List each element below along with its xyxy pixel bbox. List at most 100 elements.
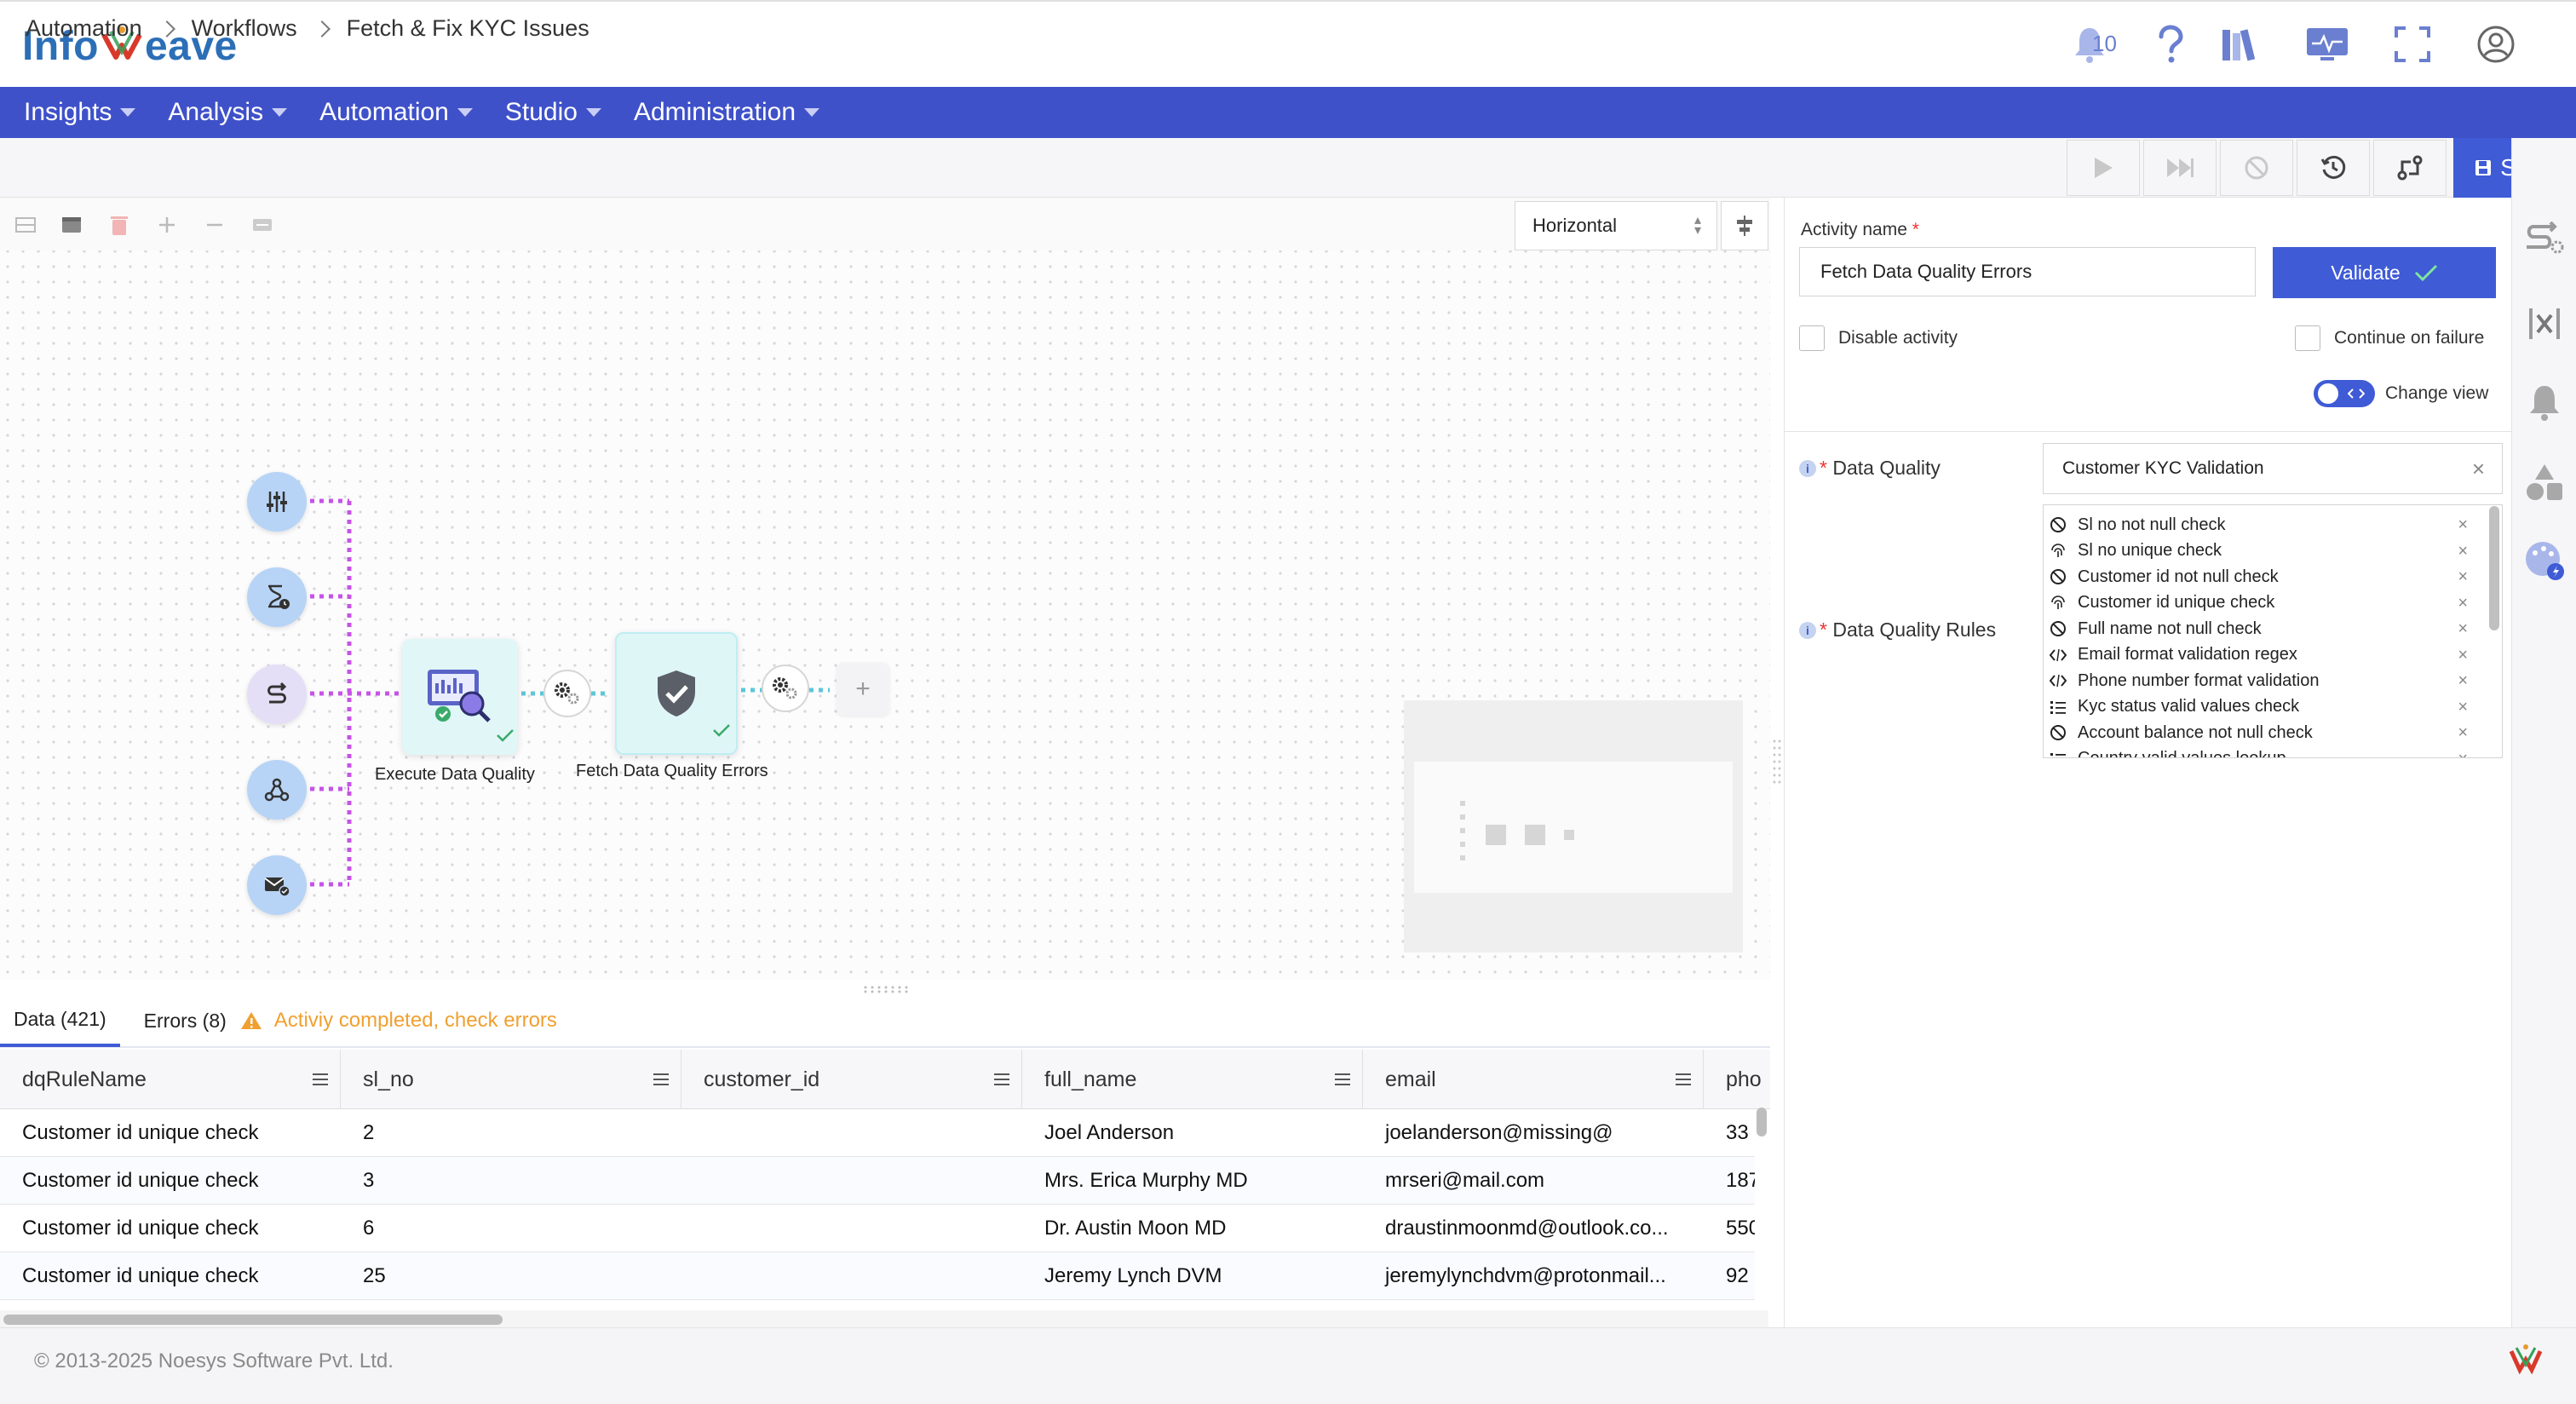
remove-rule-icon[interactable]: × xyxy=(2458,646,2468,665)
cell: 2 xyxy=(363,1121,375,1144)
panel-resize-handle[interactable] xyxy=(860,985,911,993)
table-row[interactable]: Customer id unique check 3 Mrs. Erica Mu… xyxy=(0,1157,1755,1205)
nav-automation[interactable]: Automation xyxy=(319,98,473,127)
rule-item[interactable]: Customer id unique check × xyxy=(2044,590,2487,616)
help-button[interactable] xyxy=(2148,22,2193,66)
shapes-icon xyxy=(2527,464,2562,500)
node-settings-button[interactable] xyxy=(543,670,591,717)
breadcrumb-item-workflows[interactable]: Workflows xyxy=(192,15,297,42)
workflow-settings-button[interactable] xyxy=(2522,216,2567,261)
rule-item[interactable]: Customer id not null check × xyxy=(2044,564,2487,590)
node-settings-button[interactable] xyxy=(762,665,809,712)
column-menu-icon[interactable] xyxy=(1676,1073,1691,1089)
tab-errors[interactable]: Errors (8) xyxy=(130,994,240,1047)
rule-item[interactable]: Account balance not null check × xyxy=(2044,720,2487,745)
remove-rule-icon[interactable]: × xyxy=(2458,750,2468,758)
chevron-right-icon xyxy=(158,20,175,37)
remove-rule-icon[interactable]: × xyxy=(2458,671,2468,691)
remove-rule-icon[interactable]: × xyxy=(2458,594,2468,613)
column-menu-icon[interactable] xyxy=(994,1073,1009,1089)
scrollbar-thumb[interactable] xyxy=(3,1315,503,1325)
trigger-webhook[interactable] xyxy=(247,665,307,724)
column-menu-icon[interactable] xyxy=(313,1073,328,1089)
table-row[interactable]: Customer id unique check 25 Jeremy Lynch… xyxy=(0,1252,1755,1300)
remove-rule-icon[interactable]: × xyxy=(2458,619,2468,639)
nav-insights[interactable]: Insights xyxy=(24,98,136,127)
remove-rule-icon[interactable]: × xyxy=(2458,542,2468,561)
continue-on-failure-checkbox[interactable] xyxy=(2295,325,2320,351)
column-header[interactable]: email xyxy=(1363,1050,1704,1109)
nav-studio[interactable]: Studio xyxy=(505,98,601,127)
cell: 33 xyxy=(1726,1121,1749,1144)
column-title: dqRuleName xyxy=(22,1067,147,1091)
column-menu-icon[interactable] xyxy=(1335,1073,1350,1089)
fullscreen-button[interactable] xyxy=(2390,22,2435,66)
rule-item[interactable]: Sl no unique check × xyxy=(2044,538,2487,564)
grid-horizontal-scrollbar[interactable] xyxy=(0,1310,1768,1327)
bell-icon xyxy=(2530,386,2559,421)
vertical-resize-handle[interactable] xyxy=(1772,738,1782,789)
node-execute-data-quality[interactable] xyxy=(402,639,518,755)
cell: Mrs. Erica Murphy MD xyxy=(1044,1169,1248,1192)
trigger-parameters[interactable] xyxy=(247,472,307,532)
variables-button[interactable] xyxy=(2522,302,2567,346)
change-view-toggle[interactable] xyxy=(2314,380,2375,407)
rules-scrollbar[interactable] xyxy=(2489,506,2499,630)
canvas-minimap[interactable] xyxy=(1404,700,1743,952)
plus-icon: + xyxy=(855,675,871,703)
rule-item[interactable]: Full name not null check × xyxy=(2044,616,2487,642)
column-header[interactable]: full_name xyxy=(1022,1050,1363,1109)
alerts-button[interactable] xyxy=(2522,380,2567,424)
trigger-email[interactable] xyxy=(247,855,307,915)
notifications-button[interactable]: 10 xyxy=(2051,22,2128,66)
run-from-step-button[interactable] xyxy=(2143,140,2217,196)
stop-button[interactable] xyxy=(2220,140,2293,196)
breadcrumb-item-automation[interactable]: Automation xyxy=(26,15,142,42)
library-button[interactable] xyxy=(2218,22,2263,66)
run-button[interactable] xyxy=(2067,140,2140,196)
column-header[interactable]: pho xyxy=(1704,1050,1762,1109)
shapes-button[interactable] xyxy=(2522,460,2567,504)
rule-item[interactable]: Phone number format validation × xyxy=(2044,668,2487,693)
theme-button[interactable] xyxy=(2522,538,2567,583)
validate-button[interactable]: Validate xyxy=(2273,247,2496,298)
rule-label: Country valid values lookup xyxy=(2078,749,2286,758)
column-menu-icon[interactable] xyxy=(653,1073,669,1089)
remove-rule-icon[interactable]: × xyxy=(2458,567,2468,587)
column-header[interactable]: sl_no xyxy=(341,1050,681,1109)
node-label-fetch: Fetch Data Quality Errors xyxy=(576,762,768,780)
version-compare-button[interactable] xyxy=(2373,140,2447,196)
rule-item[interactable]: Sl no not null check × xyxy=(2044,512,2487,538)
rule-item[interactable]: Kyc status valid values check × xyxy=(2044,694,2487,720)
trigger-event[interactable] xyxy=(247,760,307,820)
column-header[interactable]: customer_id xyxy=(681,1050,1022,1109)
remove-rule-icon[interactable]: × xyxy=(2458,515,2468,535)
remove-rule-icon[interactable]: × xyxy=(2458,723,2468,743)
monitor-button[interactable] xyxy=(2305,22,2349,66)
remove-rule-icon[interactable]: × xyxy=(2458,698,2468,717)
history-button[interactable] xyxy=(2297,140,2370,196)
rule-label: Phone number format validation xyxy=(2078,670,2320,690)
toggle-knob xyxy=(2318,383,2338,404)
nav-administration[interactable]: Administration xyxy=(634,98,820,127)
data-quality-select[interactable]: Customer KYC Validation × xyxy=(2043,443,2503,494)
info-icon[interactable]: i xyxy=(1799,459,1816,477)
user-profile-button[interactable] xyxy=(2474,22,2518,66)
nav-analysis[interactable]: Analysis xyxy=(168,98,288,127)
disable-activity-checkbox[interactable] xyxy=(1799,325,1825,351)
data-quality-rules-list[interactable]: Sl no not null check × Sl no unique check ×… xyxy=(2043,504,2503,758)
tab-data[interactable]: Data (421) xyxy=(0,994,120,1047)
node-fetch-data-quality-errors[interactable] xyxy=(615,632,738,755)
info-icon[interactable]: i xyxy=(1799,621,1816,639)
add-node-button[interactable]: + xyxy=(837,663,889,716)
rule-item[interactable]: Email format validation regex × xyxy=(2044,642,2487,668)
rule-item[interactable]: Country valid values lookup × xyxy=(2044,746,2487,758)
grid-vertical-scrollbar[interactable] xyxy=(1757,1108,1767,1136)
activity-name-input[interactable]: Fetch Data Quality Errors xyxy=(1799,247,2256,296)
clear-icon[interactable]: × xyxy=(2472,456,2485,482)
table-row[interactable]: Customer id unique check 2 Joel Anderson… xyxy=(0,1109,1755,1157)
column-header[interactable]: dqRuleName xyxy=(0,1050,341,1109)
data-panel-tabs: Data (421) Errors (8) Activiy completed,… xyxy=(0,995,1770,1048)
trigger-schedule[interactable] xyxy=(247,567,307,627)
table-row[interactable]: Customer id unique check 6 Dr. Austin Mo… xyxy=(0,1205,1755,1252)
